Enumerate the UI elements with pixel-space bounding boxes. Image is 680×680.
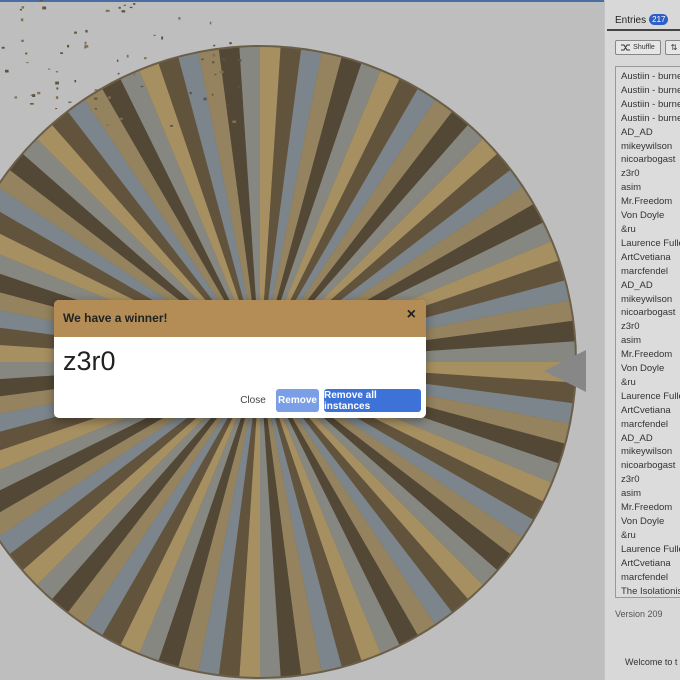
shuffle-label: Shuffle (633, 44, 655, 51)
entry-item: z3r0 (621, 474, 640, 486)
entry-item: The Isolationist (621, 585, 680, 597)
entry-item: Austiin - burne (621, 98, 680, 110)
entry-item: ArtCvetiana (621, 404, 671, 416)
entry-item: Laurence Fuller (621, 543, 680, 555)
sort-icon: ⇅ (670, 43, 678, 52)
entries-textarea[interactable]: Austiin - burne Austiin - burne Austiin - … (615, 66, 680, 598)
entry-item: Von Doyle (621, 363, 665, 375)
entry-item: ArtCvetiana (621, 557, 671, 569)
entry-item: Laurence Fuller (621, 237, 680, 249)
sort-button[interactable]: ⇅ (665, 40, 680, 55)
entry-item: Von Doyle (621, 516, 665, 527)
entry-item: ArtCvetiana (621, 251, 671, 263)
entry-item: Austiin - burne (621, 112, 680, 124)
dialog-title: We have a winner! (63, 311, 168, 325)
shuffle-button[interactable]: Shuffle (615, 40, 661, 55)
entry-item: nicoarbogast (621, 460, 676, 472)
winner-name: z3r0 (63, 346, 116, 376)
remove-all-instances-button[interactable]: Remove all instances (324, 389, 421, 412)
entry-item: Mr.Freedom (621, 196, 673, 208)
entry-item: AD_AD (621, 126, 653, 138)
entry-item: asim (621, 335, 642, 347)
entry-item: asim (621, 182, 642, 194)
entry-item: z3r0 (621, 321, 640, 333)
entry-item: AD_AD (621, 279, 653, 291)
entry-item: marcfendel (621, 418, 668, 430)
entries-list: Austiin - burne Austiin - burne Austiin - … (621, 70, 680, 597)
welcome-text: Welcome to t (625, 657, 678, 667)
entry-item: Austiin - burne (621, 71, 680, 82)
entry-item: nicoarbogast (621, 154, 676, 166)
remove-button[interactable]: Remove (276, 389, 319, 412)
entries-panel: Entries 217 Shuffle ⇅ Austiin - burne Aust… (604, 0, 680, 680)
entry-item: marcfendel (621, 265, 668, 277)
close-icon[interactable]: × (407, 306, 416, 324)
entry-item: AD_AD (621, 432, 653, 444)
entry-item: marcfendel (621, 571, 668, 583)
entry-item: Mr.Freedom (621, 502, 673, 514)
dialog-header: We have a winner! × (54, 300, 426, 337)
entry-item: &ru (621, 223, 636, 235)
entry-item: mikeywilson (621, 446, 673, 458)
entry-item: &ru (621, 529, 636, 541)
tab-entries-label: Entries (615, 15, 647, 26)
tab-entries[interactable]: Entries 217 (615, 14, 669, 26)
entry-item: asim (621, 488, 642, 500)
entry-item: mikeywilson (621, 140, 673, 152)
entry-item: z3r0 (621, 168, 640, 180)
entry-item: Laurence Fuller (621, 390, 680, 402)
winner-dialog: We have a winner! × z3r0 Close Remove Re… (54, 300, 426, 418)
shuffle-icon (621, 44, 631, 51)
entry-item: &ru (621, 376, 636, 388)
entry-item: Austiin - burne (621, 84, 680, 96)
entry-item: nicoarbogast (621, 307, 676, 319)
version-label: Version 209 (615, 609, 663, 619)
entry-item: mikeywilson (621, 293, 673, 305)
tab-underline (607, 29, 680, 31)
close-button[interactable]: Close (235, 389, 271, 412)
entries-count-badge: 217 (649, 14, 669, 25)
entry-item: Mr.Freedom (621, 349, 673, 361)
entry-item: Von Doyle (621, 210, 665, 222)
